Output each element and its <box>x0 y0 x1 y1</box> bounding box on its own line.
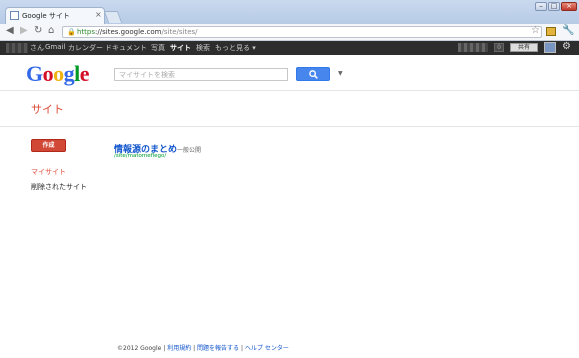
window-maximize-button[interactable]: □ <box>548 2 560 11</box>
gbar-item-user[interactable]: さん <box>30 43 44 53</box>
address-bar[interactable]: 🔒 https://sites.google.com/site/sites/ <box>62 26 542 38</box>
logo-letter: e <box>79 61 90 86</box>
gbar-item-gmail[interactable]: Gmail <box>45 43 65 51</box>
logo-letter: o <box>53 61 64 86</box>
sites-favicon-icon <box>10 11 19 20</box>
footer: ©2012 Google | 利用規約 | 問題を報告する | ヘルプ センター <box>117 345 289 352</box>
divider <box>0 126 579 127</box>
reload-icon[interactable]: ↻ <box>34 25 42 36</box>
gbar-item-calendar[interactable]: カレンダー <box>68 43 103 53</box>
window-close-button[interactable]: × <box>561 2 577 11</box>
footer-link-report[interactable]: 問題を報告する <box>197 345 239 352</box>
sidebar-item-deleted-sites[interactable]: 削除されたサイト <box>31 182 87 192</box>
gbar-item-docs[interactable]: ドキュメント <box>105 43 147 53</box>
share-button[interactable]: 共有 <box>510 43 538 52</box>
gbar-item-sites[interactable]: サイト <box>170 43 191 53</box>
extension-icon[interactable] <box>546 27 556 36</box>
logo-letter: G <box>26 61 43 86</box>
google-logo[interactable]: Google <box>26 61 90 87</box>
search-input[interactable] <box>114 68 288 81</box>
url-path: /site/sites/ <box>161 28 198 36</box>
divider <box>0 90 579 91</box>
footer-copyright: ©2012 Google <box>117 345 162 352</box>
tab-title: Google サイト <box>22 12 70 20</box>
url-text[interactable]: https://sites.google.com/site/sites/ <box>77 28 198 36</box>
search-icon <box>309 70 318 79</box>
home-icon[interactable]: ⌂ <box>48 25 54 36</box>
page-title: サイト <box>31 103 64 116</box>
logo-letter: g <box>63 61 75 86</box>
url-scheme: https <box>77 28 96 36</box>
url-host: sites.google.com <box>102 28 162 36</box>
account-name-redacted[interactable] <box>458 43 488 52</box>
new-tab-button[interactable] <box>103 11 123 23</box>
back-arrow-icon[interactable]: ◀ <box>6 25 14 36</box>
gbar-item-more[interactable]: もっと見る ▾ <box>215 43 256 53</box>
footer-link-help[interactable]: ヘルプ センター <box>245 345 289 352</box>
site-visibility-label: 一般公開 <box>177 147 202 154</box>
sidebar-item-my-sites[interactable]: マイサイト <box>31 167 66 177</box>
forward-arrow-icon[interactable]: ▶ <box>20 25 28 36</box>
lock-icon: 🔒 <box>67 28 76 36</box>
footer-link-terms[interactable]: 利用規約 <box>167 345 191 352</box>
gbar-item-photos[interactable]: 写真 <box>151 43 165 53</box>
search-button[interactable] <box>296 67 330 81</box>
logo-letter: o <box>42 61 54 86</box>
gear-icon[interactable]: ⚙ <box>562 41 571 52</box>
browser-toolbar: ◀ ▶ ↻ ⌂ 🔒 https://sites.google.com/site/… <box>0 24 579 41</box>
wrench-menu-icon[interactable]: 🔧 <box>562 25 574 36</box>
bookmark-star-icon[interactable]: ☆ <box>531 25 540 36</box>
window-minimize-button[interactable]: – <box>535 2 547 11</box>
search-options-chevron-down-icon[interactable]: ▼ <box>338 70 343 77</box>
gbar-item-search[interactable]: 検索 <box>196 43 210 53</box>
tab-close-icon[interactable]: × <box>95 10 102 19</box>
create-button[interactable]: 作成 <box>31 139 66 152</box>
notification-count[interactable]: 0 <box>494 43 504 52</box>
avatar[interactable] <box>544 42 556 53</box>
google-bar: さん Gmail カレンダー ドキュメント 写真 サイト 検索 もっと見る ▾ … <box>0 41 579 55</box>
site-url: /site/matomeflego/ <box>114 153 167 159</box>
browser-tab[interactable]: Google サイト × <box>5 7 105 24</box>
browser-titlebar: Google サイト × – □ × <box>0 0 579 25</box>
user-name-redacted <box>6 43 28 53</box>
